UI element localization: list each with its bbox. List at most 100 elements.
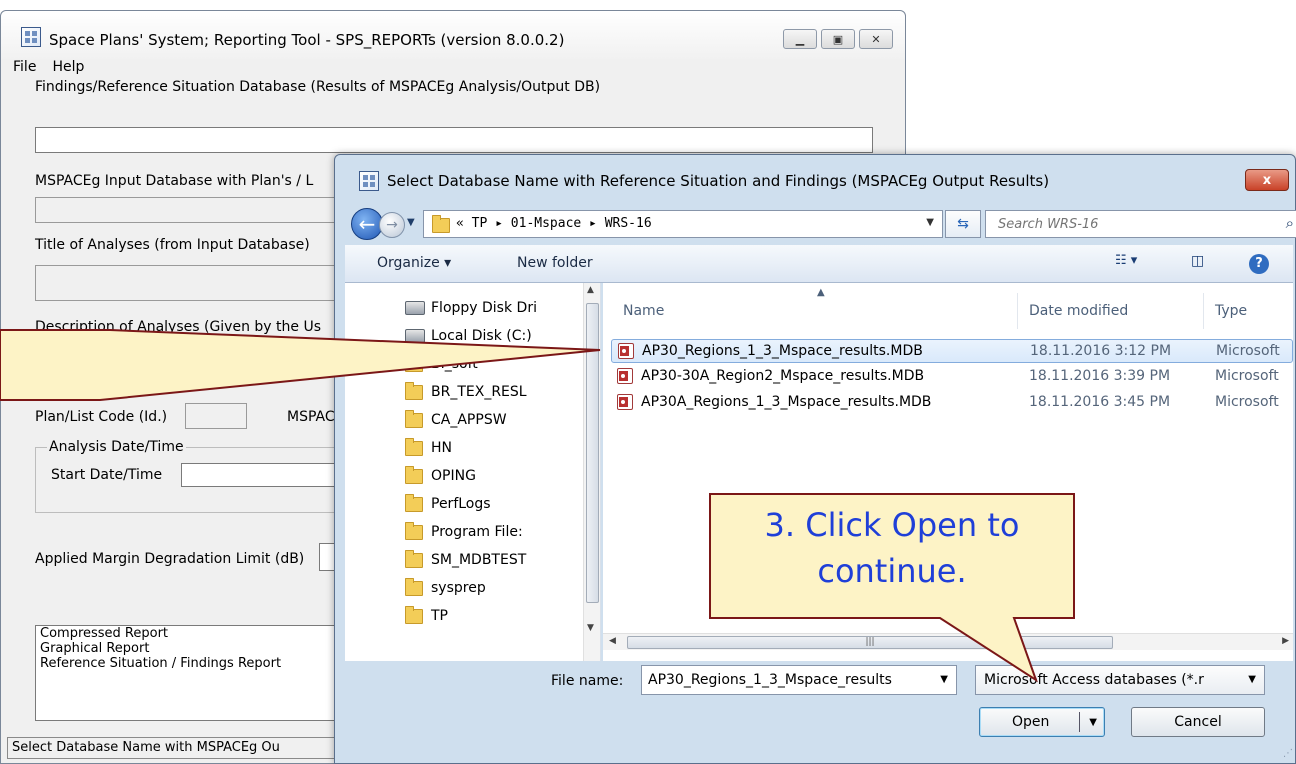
resize-grip-icon[interactable]: ⋰	[1283, 748, 1293, 759]
file-name-input[interactable]	[642, 666, 932, 694]
tree-item-label: BR_TEX_RESL	[431, 384, 527, 400]
file-type: Microsoft	[1216, 343, 1280, 359]
tree-item-folder[interactable]: CA_APPSW	[405, 409, 507, 431]
app-grid-icon	[21, 27, 41, 47]
scroll-right-icon[interactable]: ▶	[1282, 636, 1289, 646]
file-date: 18.11.2016 3:39 PM	[1029, 368, 1171, 384]
dialog-toolbar: Organize ▾ New folder ☷ ▾ ◫ ?	[345, 245, 1293, 283]
list-item[interactable]: Compressed Report	[36, 626, 338, 641]
access-db-icon	[617, 394, 633, 410]
tree-item-folder[interactable]: Program File:	[405, 521, 523, 543]
tree-item-folder[interactable]: PerfLogs	[405, 493, 491, 515]
tree-item-folder[interactable]: BR_TEX_RESL	[405, 381, 527, 403]
column-name[interactable]: Name	[623, 303, 664, 319]
list-item[interactable]: Graphical Report	[36, 641, 338, 656]
chevron-down-icon[interactable]: ▼	[940, 674, 948, 685]
navigation-pane: Floppy Disk Dri Local Disk (C:) BI_soft …	[345, 283, 601, 661]
forward-arrow-icon[interactable]: →	[379, 212, 405, 238]
file-name-combo[interactable]: ▼	[641, 665, 957, 695]
open-options-chevron-down-icon[interactable]: ▼	[1089, 717, 1097, 728]
address-bar[interactable]: « TP ▸ 01-Mspace ▸ WRS-16 ▼	[423, 210, 943, 238]
dialog-close-button[interactable]: x	[1245, 169, 1289, 191]
column-type[interactable]: Type	[1215, 303, 1247, 319]
file-row[interactable]: AP30A_Regions_1_3_Mspace_results.MDB 18.…	[611, 391, 1293, 415]
folder-icon	[405, 353, 423, 372]
folder-icon	[405, 493, 423, 512]
preview-pane-icon[interactable]: ◫	[1191, 253, 1204, 269]
chevron-down-icon[interactable]: ▼	[926, 217, 934, 228]
folder-icon	[405, 521, 423, 540]
tree-item-label: OPING	[431, 468, 476, 484]
search-input[interactable]	[986, 211, 1266, 237]
tree-item-local-disk[interactable]: Local Disk (C:)	[405, 325, 532, 347]
file-date: 18.11.2016 3:45 PM	[1029, 394, 1171, 410]
findings-db-label: Findings/Reference Situation Database (R…	[35, 79, 601, 95]
file-type: Microsoft	[1215, 394, 1279, 410]
start-datetime-field[interactable]	[181, 463, 339, 487]
main-menubar: File Help	[13, 59, 84, 75]
view-options-icon[interactable]: ☷ ▾	[1115, 253, 1137, 268]
title-field	[35, 265, 339, 301]
file-row[interactable]: AP30-30A_Region2_Mspace_results.MDB 18.1…	[611, 365, 1293, 389]
callout-open-text: 3. Click Open to continue.	[712, 502, 1072, 594]
list-item[interactable]: Reference Situation / Findings Report	[36, 656, 338, 671]
tree-item-floppy[interactable]: Floppy Disk Dri	[405, 297, 537, 319]
file-type-select[interactable]: Microsoft Access databases (*.r ▼	[975, 665, 1265, 695]
folder-icon	[405, 437, 423, 456]
column-divider	[1017, 293, 1018, 329]
help-icon[interactable]: ?	[1249, 254, 1269, 274]
tree-item-folder[interactable]: SM_MDBTEST	[405, 549, 526, 571]
breadcrumb[interactable]: « TP ▸ 01-Mspace ▸ WRS-16	[456, 216, 652, 231]
tree-item-label: HN	[431, 440, 452, 456]
cancel-button[interactable]: Cancel	[1131, 707, 1265, 737]
plan-code-label: Plan/List Code (Id.)	[35, 409, 168, 425]
scroll-up-icon[interactable]: ▲	[587, 285, 594, 295]
file-name: AP30A_Regions_1_3_Mspace_results.MDB	[641, 394, 932, 410]
new-folder-button[interactable]: New folder	[517, 255, 593, 271]
tree-item-folder[interactable]: TP	[405, 605, 448, 627]
column-date-modified[interactable]: Date modified	[1029, 303, 1128, 319]
file-type: Microsoft	[1215, 368, 1279, 384]
search-box[interactable]: ⌕	[985, 210, 1296, 238]
app-grid-icon	[359, 171, 379, 191]
tree-item-folder[interactable]: OPING	[405, 465, 476, 487]
tree-item-folder[interactable]: BI_soft	[405, 353, 478, 375]
file-list-hscrollbar[interactable]: ◀ ||| ▶	[603, 633, 1293, 650]
open-file-dialog: Select Database Name with Reference Situ…	[334, 154, 1296, 764]
scroll-down-icon[interactable]: ▼	[587, 623, 594, 633]
scroll-left-icon[interactable]: ◀	[609, 636, 616, 646]
file-date: 18.11.2016 3:12 PM	[1030, 343, 1172, 359]
callout-line-2: continue.	[817, 552, 967, 590]
folder-icon	[405, 465, 423, 484]
open-button[interactable]: Open ▼	[979, 707, 1105, 737]
scrollbar-thumb[interactable]	[586, 303, 599, 603]
folder-icon	[405, 577, 423, 596]
scrollbar-thumb[interactable]: |||	[627, 636, 1113, 649]
minimize-button[interactable]: ▁	[783, 29, 817, 49]
access-db-icon	[618, 343, 634, 359]
chevron-down-icon[interactable]: ▼	[1248, 674, 1256, 685]
refresh-icon[interactable]: ⇆	[945, 210, 981, 238]
tree-item-label: BI_soft	[431, 356, 478, 372]
folder-icon	[405, 381, 423, 400]
folder-icon	[432, 215, 450, 233]
nav-pane-scrollbar[interactable]: ▲ ▼	[583, 283, 600, 661]
file-row-selected[interactable]: AP30_Regions_1_3_Mspace_results.MDB 18.1…	[611, 339, 1293, 363]
folder-icon	[405, 549, 423, 568]
maximize-button[interactable]: ▣	[821, 29, 855, 49]
main-caption-buttons: ▁ ▣ ✕	[783, 29, 893, 49]
report-listbox[interactable]: Compressed Report Graphical Report Refer…	[35, 625, 339, 721]
search-icon[interactable]: ⌕	[1286, 214, 1294, 232]
recent-locations-chevron-down-icon[interactable]: ▼	[407, 217, 415, 228]
menu-help[interactable]: Help	[52, 59, 84, 75]
close-button[interactable]: ✕	[859, 29, 893, 49]
file-type-selected: Microsoft Access databases (*.r	[984, 672, 1204, 688]
tree-item-folder[interactable]: sysprep	[405, 577, 486, 599]
menu-file[interactable]: File	[13, 59, 36, 75]
organize-button[interactable]: Organize ▾	[377, 255, 451, 271]
input-db-label: MSPACEg Input Database with Plan's / L	[35, 173, 314, 189]
column-divider	[1203, 293, 1204, 329]
tree-item-folder[interactable]: HN	[405, 437, 452, 459]
findings-db-input[interactable]	[35, 127, 873, 153]
navigation-bar: ← → ▼ « TP ▸ 01-Mspace ▸ WRS-16 ▼ ⇆ ⌕	[345, 207, 1296, 241]
